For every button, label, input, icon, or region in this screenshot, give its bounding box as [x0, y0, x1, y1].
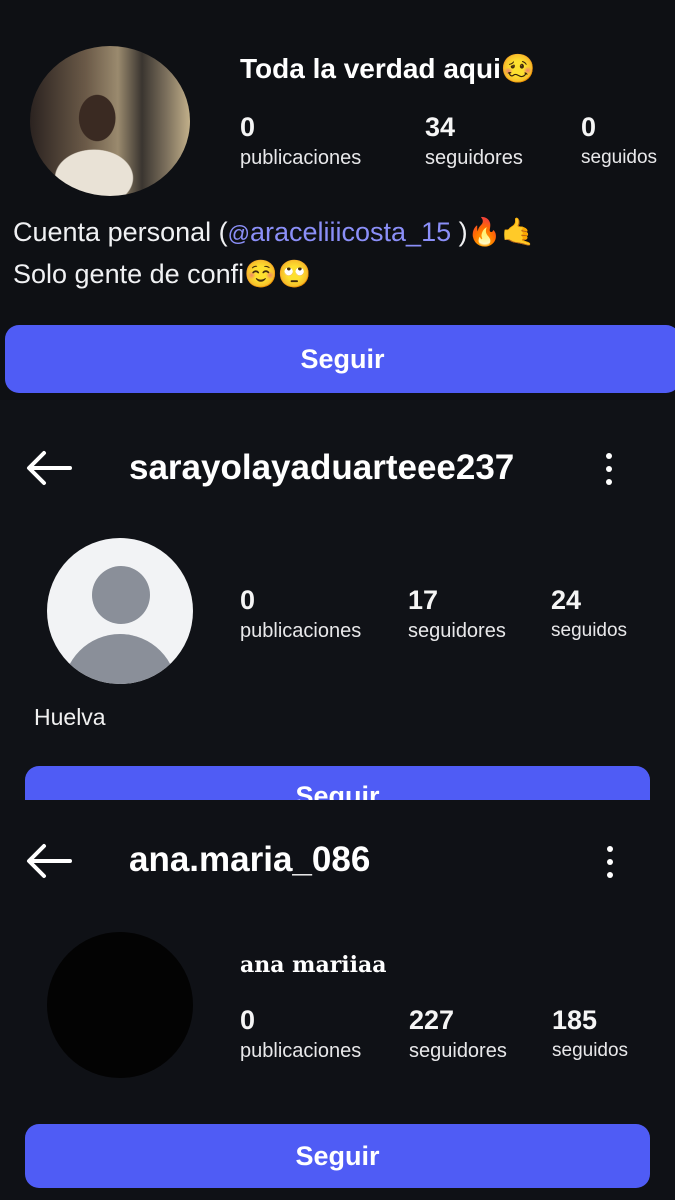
- profile-panel-2: sarayolayaduarteee237 0 publicaciones 17…: [0, 400, 675, 800]
- profile-avatar[interactable]: [47, 932, 193, 1078]
- profile-location: Huelva: [34, 704, 106, 730]
- bio-line-2: Solo gente de confi☺️🙄: [13, 259, 312, 289]
- stat-following-label: seguidos: [552, 1040, 629, 1061]
- stat-following-label: seguidos: [581, 147, 658, 168]
- stat-posts[interactable]: 0 publicaciones: [240, 112, 361, 170]
- more-vertical-icon[interactable]: [603, 453, 615, 493]
- profile-avatar[interactable]: [47, 538, 193, 684]
- avatar-body: [63, 634, 177, 684]
- stat-followers-count: 227: [409, 1005, 455, 1035]
- stat-posts-count: 0: [240, 585, 256, 615]
- stat-followers-label: seguidores: [408, 620, 506, 642]
- stat-posts-label: publicaciones: [240, 620, 362, 642]
- stat-following-label: seguidos: [551, 620, 628, 641]
- profile-username: ana.maria_086: [129, 840, 371, 879]
- stat-followers-count: 34: [425, 112, 456, 142]
- stat-followers-count: 17: [408, 585, 439, 615]
- back-arrow-icon[interactable]: [24, 448, 74, 488]
- profile-display-name: ana mariiaa: [240, 952, 387, 978]
- stat-following[interactable]: 24 seguidos: [551, 585, 627, 642]
- stat-following-count: 185: [552, 1005, 598, 1035]
- stat-following-count: 24: [551, 585, 582, 615]
- bio-line-1: Cuenta personal (@araceliiicosta_15 )🔥🤙: [13, 212, 535, 254]
- follow-button[interactable]: Seguir: [25, 1124, 650, 1188]
- stat-followers[interactable]: 34 seguidores: [425, 112, 523, 170]
- more-vertical-icon[interactable]: [604, 846, 616, 886]
- stat-posts-label: publicaciones: [240, 1040, 362, 1062]
- stat-followers[interactable]: 227 seguidores: [409, 1005, 507, 1063]
- threads-icon: @: [227, 221, 250, 246]
- stat-following-count: 0: [581, 112, 597, 142]
- stat-following[interactable]: 185 seguidos: [552, 1005, 628, 1062]
- stat-followers-label: seguidores: [425, 147, 523, 169]
- stat-following[interactable]: 0 seguidos: [581, 112, 657, 169]
- profile-username: sarayolayaduarteee237: [129, 448, 515, 487]
- stat-followers-label: seguidores: [409, 1040, 507, 1062]
- bio-mention-link[interactable]: @araceliiicosta_15: [228, 217, 451, 247]
- stat-posts[interactable]: 0 publicaciones: [240, 1005, 361, 1063]
- follow-button[interactable]: Seguir: [25, 766, 650, 800]
- profile-display-name: Toda la verdad aqui🥴: [240, 53, 536, 84]
- bio-text: Cuenta personal (: [13, 217, 228, 247]
- bio-mention-text: araceliiicosta_15: [249, 217, 452, 247]
- stat-posts-count: 0: [240, 112, 256, 142]
- follow-button[interactable]: Seguir: [5, 325, 675, 393]
- stat-followers[interactable]: 17 seguidores: [408, 585, 506, 643]
- avatar-head: [92, 566, 150, 624]
- profile-panel-3: ana.maria_086 ana mariiaa 0 publicacione…: [0, 800, 675, 1200]
- stat-posts-count: 0: [240, 1005, 256, 1035]
- stat-posts[interactable]: 0 publicaciones: [240, 585, 361, 643]
- profile-panel-1: Toda la verdad aqui🥴 0 publicaciones 34 …: [0, 0, 675, 400]
- back-arrow-icon[interactable]: [24, 841, 74, 881]
- bio-text-end: )🔥🤙: [451, 217, 535, 247]
- profile-bio: Cuenta personal (@araceliiicosta_15 )🔥🤙 …: [13, 212, 535, 294]
- stat-posts-label: publicaciones: [240, 147, 362, 169]
- profile-avatar[interactable]: [30, 46, 190, 196]
